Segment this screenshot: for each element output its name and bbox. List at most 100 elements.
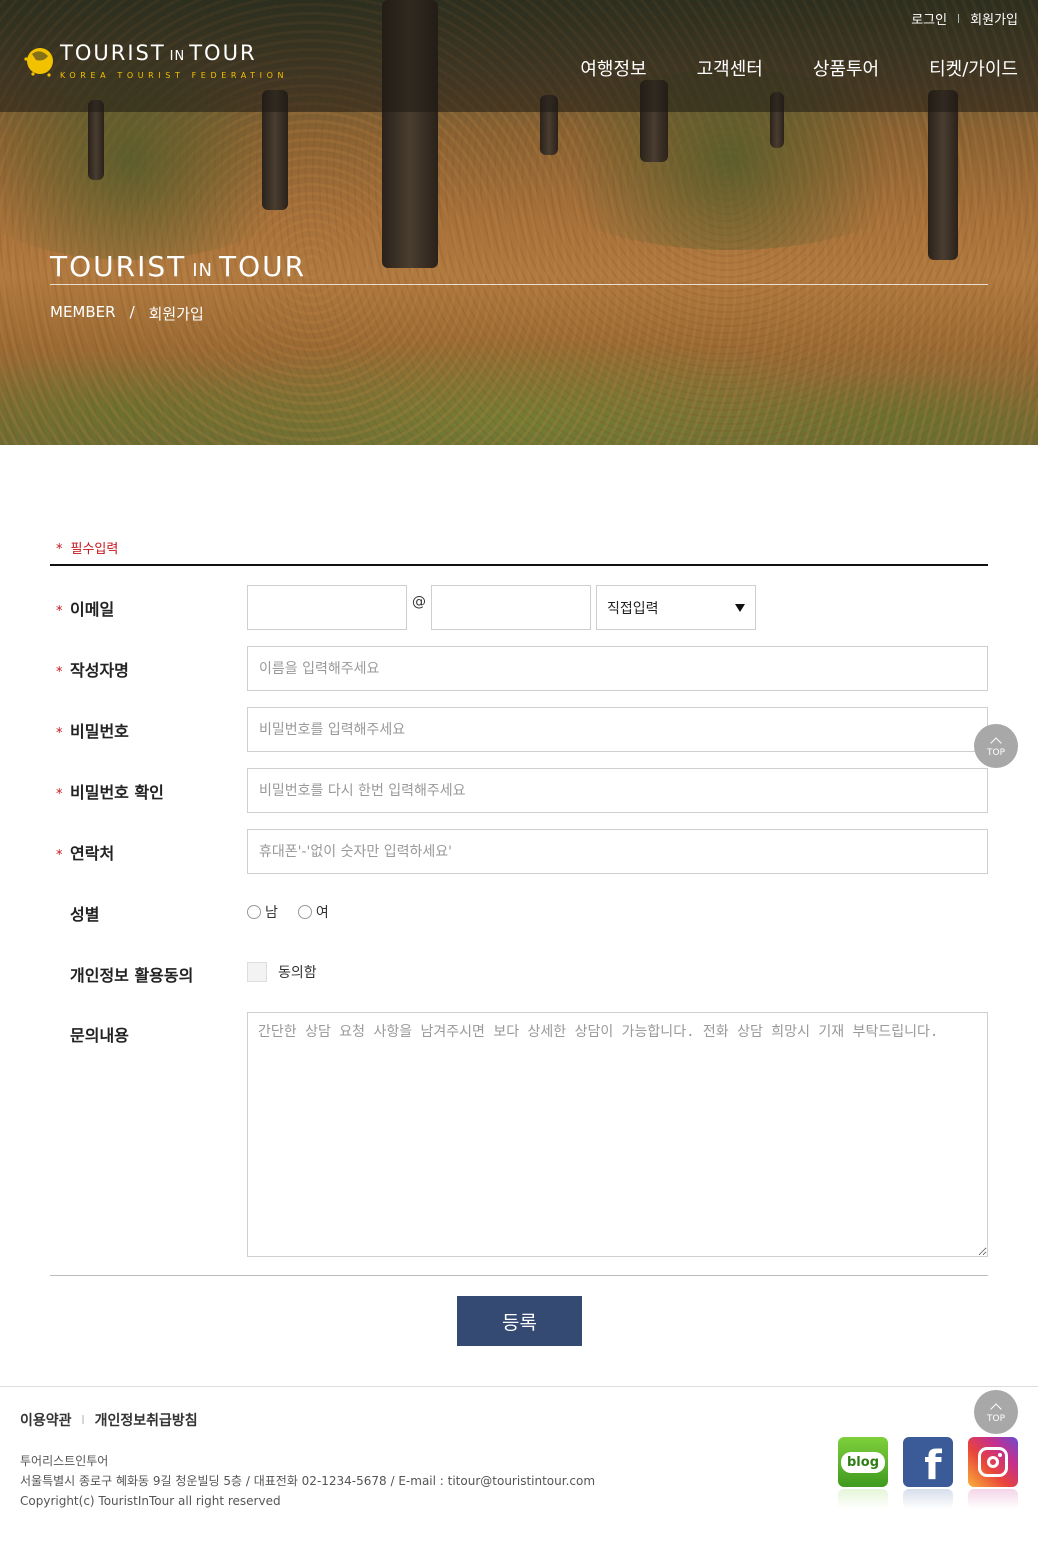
chevron-up-icon [990,1402,1002,1415]
nav-customer-center[interactable]: 고객센터 [697,55,763,81]
hero-divider [50,284,988,285]
gender-radio-group: 남 여 [247,902,329,922]
blog-icon: blog [841,1451,885,1473]
chevron-up-icon [990,736,1002,749]
email-domain-input[interactable] [431,585,591,630]
hero-title-word: TOURIST [50,250,187,283]
password-confirm-label: * 비밀번호 확인 [56,779,164,803]
facebook-icon: f [924,1443,942,1489]
hero-title: TOURIST IN TOUR [50,250,306,283]
gender-option-female[interactable]: 여 [297,902,329,922]
facebook-icon-reflection [903,1489,953,1509]
blog-icon-reflection [838,1489,888,1509]
inquiry-label-text: 문의내용 [70,1026,129,1045]
radio-button[interactable] [247,905,261,919]
facebook-link[interactable]: f [903,1437,953,1489]
name-label: * 작성자명 [56,657,129,681]
hero-banner: 로그인 | 회원가입 TOURIST IN TOUR KOREA TOURIST F… [0,0,1038,445]
required-star: * [56,726,63,741]
privacy-checkbox[interactable] [247,962,267,982]
email-at-sign: @ [412,594,426,610]
phone-label: * 연락처 [56,840,114,864]
privacy-label: 개인정보 활용동의 [56,962,193,986]
breadcrumb-member[interactable]: MEMBER [50,303,116,324]
footer-divider [0,1386,1038,1387]
gender-option-label: 여 [315,905,329,921]
required-note-text: 필수입력 [70,542,119,557]
scroll-top-button[interactable]: TOP [974,724,1018,768]
email-domain-select-value: 직접입력 [607,600,659,617]
nav-travel-info[interactable]: 여행정보 [580,55,646,81]
nav-product-tour[interactable]: 상품투어 [813,55,879,81]
instagram-icon-reflection [968,1489,1018,1509]
login-link[interactable]: 로그인 [911,9,947,28]
company-name: 투어리스트인투어 [20,1454,109,1468]
password-confirm-label-text: 비밀번호 확인 [70,783,164,802]
breadcrumb-separator: / [129,303,135,321]
footer-info: 투어리스트인투어 서울특별시 종로구 혜화동 9길 청운빌딩 5층 / 대표전화… [20,1451,595,1511]
nav-ticket-guide[interactable]: 티켓/가이드 [929,55,1018,81]
name-input[interactable] [247,646,988,691]
gender-option-male[interactable]: 남 [247,902,278,922]
password-input[interactable] [247,707,988,752]
required-star: * [56,787,63,802]
footer-nav: 이용약관 | 개인정보취급방침 [20,1410,198,1430]
submit-button[interactable]: 등록 [457,1296,582,1346]
gender-label-text: 성별 [70,905,100,924]
email-id-input[interactable] [247,585,407,630]
instagram-link[interactable] [968,1437,1018,1487]
company-address: 서울특별시 종로구 혜화동 9길 청운빌딩 5층 / 대표전화 02-1234-… [20,1474,596,1488]
site-logo[interactable]: TOURIST IN TOUR KOREA TOURIST FEDERATION [22,42,288,80]
privacy-label-text: 개인정보 활용동의 [70,966,194,985]
scroll-top-button[interactable]: TOP [974,1390,1018,1434]
form-top-divider [50,564,988,566]
scroll-top-label: TOP [986,1413,1005,1424]
password-label-text: 비밀번호 [70,722,129,741]
form-bottom-divider [50,1275,988,1276]
privacy-checkbox-label: 동의함 [278,965,317,981]
required-star: * [56,665,63,680]
phone-label-text: 연락처 [70,844,115,863]
signup-link[interactable]: 회원가입 [970,9,1018,28]
util-nav: 로그인 | 회원가입 [911,9,1018,28]
required-star: * [56,604,63,619]
logo-title: TOURIST IN TOUR [60,42,288,68]
logo-emblem-icon [22,44,56,78]
inquiry-label: 문의내용 [56,1022,129,1046]
radio-button[interactable] [297,905,312,919]
breadcrumb: MEMBER / 회원가입 [50,303,204,324]
hero-title-word: TOUR [219,250,307,283]
util-separator: | [957,13,961,24]
scroll-top-label: TOP [986,747,1005,758]
phone-input[interactable] [247,829,988,874]
name-label-text: 작성자명 [70,661,129,680]
inquiry-textarea[interactable] [247,1012,988,1257]
email-label: * 이메일 [56,596,114,620]
hero-title-word: IN [192,260,214,281]
password-label: * 비밀번호 [56,718,129,742]
password-confirm-input[interactable] [247,768,988,813]
logo-word: IN [169,49,186,64]
copyright: Copyright(c) TouristInTour all right res… [20,1494,281,1508]
required-note: * 필수입력 [56,538,118,557]
tree-trunk [88,100,104,180]
email-domain-select[interactable]: 직접입력 [596,585,756,630]
header-bar: 로그인 | 회원가입 TOURIST IN TOUR KOREA TOURIST F… [0,0,1038,112]
privacy-policy-link[interactable]: 개인정보취급방침 [95,1410,198,1430]
email-label-text: 이메일 [70,600,115,619]
logo-word: TOURIST [60,41,166,65]
footer-separator: | [81,1415,85,1425]
tree-trunk [928,90,958,260]
gender-option-label: 남 [265,905,278,921]
blog-link[interactable]: blog [838,1437,888,1487]
terms-link[interactable]: 이용약관 [20,1410,72,1430]
logo-subtitle: KOREA TOURIST FEDERATION [60,71,289,80]
chevron-down-icon [735,603,745,612]
privacy-agree[interactable]: 동의함 [247,962,317,982]
main-nav: 여행정보 고객센터 상품투어 티켓/가이드 [580,55,1018,81]
required-star: * [56,848,63,863]
logo-word: TOUR [189,41,257,65]
required-star: * [56,542,63,557]
gender-label: 성별 [56,901,99,925]
breadcrumb-current: 회원가입 [148,305,204,323]
